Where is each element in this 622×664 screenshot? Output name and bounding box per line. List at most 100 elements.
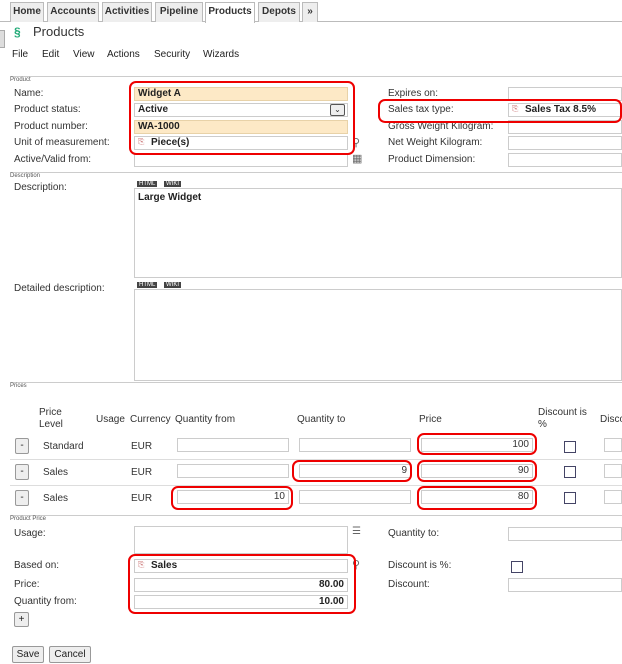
doc-icon: ⎘ [512,104,519,113]
discount-pct-checkbox[interactable] [564,466,576,478]
sales-tax-field[interactable]: Sales Tax 8.5% [508,103,622,117]
discount-label: Discount: [388,579,430,590]
search-icon[interactable]: ⚲ [352,558,360,571]
col-discount: Disco [600,414,622,425]
valid-from-field[interactable] [134,153,348,167]
row-qty-from[interactable]: 10 [177,490,289,504]
calendar-icon[interactable]: ▦ [352,152,362,165]
list-icon[interactable]: ☰ [352,526,361,537]
row-qty-to[interactable] [299,438,411,452]
qty-from-field[interactable]: 10.00 [134,595,348,609]
tab-accounts[interactable]: Accounts [47,2,99,22]
net-weight-label: Net Weight Kilogram: [388,137,483,148]
section-product: Product [10,76,622,83]
menu-wizards[interactable]: Wizards [203,49,239,60]
row-currency: EUR [131,441,153,452]
discount-pct-checkbox[interactable] [511,561,523,573]
valid-from-label: Active/Valid from: [14,154,92,165]
tab-home[interactable]: Home [10,2,44,22]
row-price[interactable]: 80 [421,490,533,504]
section-prices: Prices [10,382,622,389]
row-discount[interactable] [604,438,622,452]
tab-bar: Home Accounts Activities Pipeline Produc… [0,0,622,23]
sales-tax-label: Sales tax type: [388,104,454,115]
discount-field[interactable] [508,578,622,592]
detailed-description-label: Detailed description: [14,283,105,294]
net-weight-field[interactable] [508,136,622,150]
wiki-tag[interactable]: WIKI [164,181,181,187]
add-price-button[interactable]: + [14,612,29,627]
section-product-price: Product Price [10,515,622,522]
row-qty-to[interactable] [299,490,411,504]
usage-label: Usage: [14,528,46,539]
row-currency: EUR [131,467,153,478]
col-discount-pct: Discount is % [538,407,587,430]
row-currency: EUR [131,493,153,504]
discount-pct-label: Discount is %: [388,560,452,571]
based-on-field[interactable]: Sales [134,559,348,573]
menu-edit[interactable]: Edit [42,49,59,60]
wiki-tag[interactable]: WIKI [164,282,181,288]
remove-row-button[interactable]: - [15,464,29,480]
page-title: Products [33,24,85,39]
tab-depots[interactable]: Depots [258,2,300,22]
col-currency: Currency [130,414,171,425]
dimension-label: Product Dimension: [388,154,476,165]
row-qty-from[interactable] [177,438,289,452]
menu-security[interactable]: Security [154,49,190,60]
description-label: Description: [14,182,67,193]
row-price[interactable]: 100 [421,438,533,452]
name-field[interactable]: Widget A [134,87,348,101]
status-select[interactable]: Active [134,103,348,117]
gross-weight-field[interactable] [508,120,622,134]
tab-more[interactable]: » [302,2,318,22]
qty-from-label: Quantity from: [14,596,77,607]
based-on-label: Based on: [14,560,60,571]
name-label: Name: [14,88,44,99]
menu-actions[interactable]: Actions [107,49,140,60]
doc-icon: ⎘ [138,560,145,569]
side-collapse-handle[interactable] [0,30,5,48]
row-price[interactable]: 90 [421,464,533,478]
remove-row-button[interactable]: - [15,438,29,454]
detailed-description-textarea[interactable] [134,289,622,381]
description-textarea[interactable]: Large Widget [134,188,622,278]
expires-label: Expires on: [388,88,439,99]
tab-activities[interactable]: Activities [102,2,152,22]
menu-view[interactable]: View [73,49,95,60]
products-icon: § [14,25,21,39]
col-price-level: Price Level [39,407,63,430]
row-price-level: Standard [43,441,84,452]
status-label: Product status: [14,104,81,115]
menu-file[interactable]: File [12,49,28,60]
row-price-level: Sales [43,493,69,504]
number-label: Product number: [14,121,88,132]
chevron-down-icon[interactable]: ⌄ [330,104,345,116]
col-qty-to: Quantity to [297,414,346,425]
row-discount[interactable] [604,464,622,478]
price-field[interactable]: 80.00 [134,578,348,592]
discount-pct-checkbox[interactable] [564,441,576,453]
cancel-button[interactable]: Cancel [49,646,91,663]
qty-to-label: Quantity to: [388,528,440,539]
row-qty-to[interactable]: 9 [299,464,411,478]
tab-pipeline[interactable]: Pipeline [155,2,203,22]
product-number-field[interactable]: WA-1000 [134,120,348,134]
html-tag[interactable]: HTML [137,282,158,288]
price-label: Price: [14,579,40,590]
search-icon[interactable]: ⚲ [352,136,360,149]
save-button[interactable]: Save [12,646,44,663]
discount-pct-checkbox[interactable] [564,492,576,504]
usage-field[interactable] [134,526,348,554]
row-discount[interactable] [604,490,622,504]
dimension-field[interactable] [508,153,622,167]
expires-field[interactable] [508,87,622,101]
tab-products[interactable]: Products [205,2,255,23]
gross-weight-label: Gross Weight Kilogram: [388,121,494,132]
doc-icon: ⎘ [138,137,145,146]
remove-row-button[interactable]: - [15,490,29,506]
uom-field[interactable]: Piece(s) [134,136,348,150]
qty-to-field[interactable] [508,527,622,541]
html-tag[interactable]: HTML [137,181,158,187]
row-qty-from[interactable] [177,464,289,478]
